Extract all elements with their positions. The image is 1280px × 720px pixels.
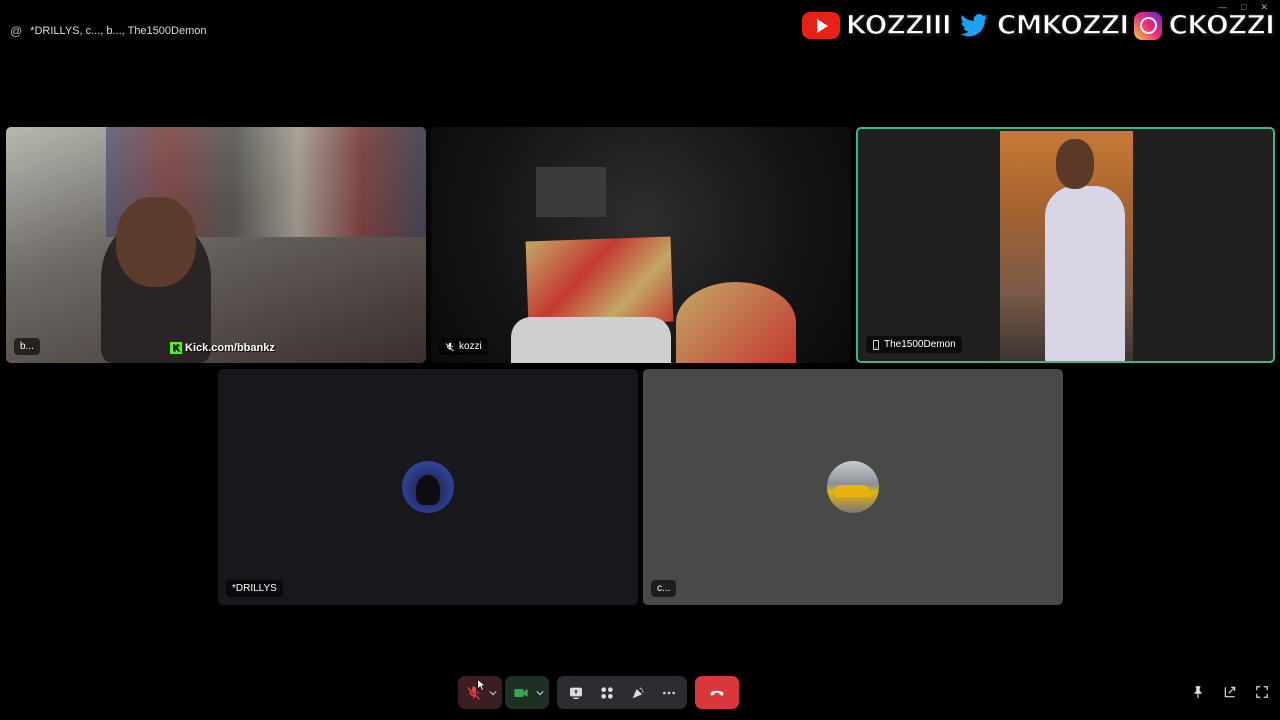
youtube-icon <box>801 12 840 39</box>
fullscreen-icon[interactable] <box>1254 684 1270 700</box>
participant-name-tag: b... <box>14 338 40 355</box>
screen-share-icon[interactable] <box>561 679 590 707</box>
camera-control[interactable] <box>505 676 549 709</box>
avatar-figure <box>416 475 440 505</box>
twitter-icon <box>960 13 988 36</box>
mouse-cursor-icon <box>477 678 485 692</box>
popout-icon[interactable] <box>1222 684 1238 700</box>
participant-avatar <box>402 461 454 513</box>
participant-name-tag: The1500Demon <box>866 336 962 353</box>
video-tile-the1500demon[interactable]: The1500Demon <box>856 127 1275 363</box>
participant-body <box>1045 186 1125 361</box>
video-tile-kozzi[interactable]: kozzi <box>431 127 851 363</box>
participant-name-tag: c... <box>651 580 677 597</box>
more-icon[interactable] <box>654 679 683 707</box>
participant-name: b... <box>20 341 34 352</box>
instagram-icon <box>1134 11 1163 40</box>
video-tile-drillys[interactable]: *DRILLYS <box>218 369 638 605</box>
participant-name: c... <box>657 583 671 594</box>
kick-url: Kick.com/bbankz <box>185 342 275 354</box>
participant-head <box>116 197 196 287</box>
call-title: *DRILLYS, c..., b..., The1500Demon <box>30 25 207 37</box>
twitter-handle: CMKOZZI <box>996 9 1130 42</box>
wall-poster <box>536 167 606 217</box>
participant-name: kozzi <box>459 341 482 352</box>
participant-head <box>676 282 796 363</box>
mobile-phone-icon <box>873 339 879 350</box>
video-tile-b[interactable]: K Kick.com/bbankz b... <box>6 127 426 363</box>
leave-call-button[interactable] <box>695 676 739 709</box>
chevron-down-icon[interactable] <box>533 679 547 707</box>
instagram-handle: CKOZZI <box>1168 9 1276 42</box>
at-icon: @ <box>10 24 23 38</box>
gaming-chair <box>511 317 671 363</box>
participant-name: The1500Demon <box>884 339 956 350</box>
kick-overlay: K Kick.com/bbankz <box>170 342 275 354</box>
corner-tools <box>1190 684 1270 700</box>
participant-avatar <box>827 461 879 513</box>
video-tile-c[interactable]: c... <box>643 369 1063 605</box>
soundboard-icon[interactable] <box>623 679 652 707</box>
participant-head <box>1056 139 1094 189</box>
social-overlay: KOZZIII CMKOZZI CKOZZI <box>801 9 1276 42</box>
kick-logo-icon: K <box>170 342 182 354</box>
activities-icon[interactable] <box>592 679 621 707</box>
hang-up-icon <box>710 690 724 696</box>
chair-cloth <box>525 236 674 327</box>
mobile-video-feed <box>1000 131 1133 361</box>
video-camera-icon[interactable] <box>509 679 533 707</box>
mic-off-icon <box>445 342 454 351</box>
participant-name-tag: kozzi <box>439 338 488 355</box>
pin-icon[interactable] <box>1190 684 1206 700</box>
youtube-handle: KOZZIII <box>845 9 952 42</box>
call-header: @ *DRILLYS, c..., b..., The1500Demon <box>10 24 206 38</box>
participant-name-tag: *DRILLYS <box>226 580 283 597</box>
participant-name: *DRILLYS <box>232 583 277 594</box>
call-actions-group <box>557 676 687 709</box>
chevron-down-icon[interactable] <box>486 679 500 707</box>
call-actions <box>557 676 687 709</box>
avatar-car <box>835 485 871 497</box>
